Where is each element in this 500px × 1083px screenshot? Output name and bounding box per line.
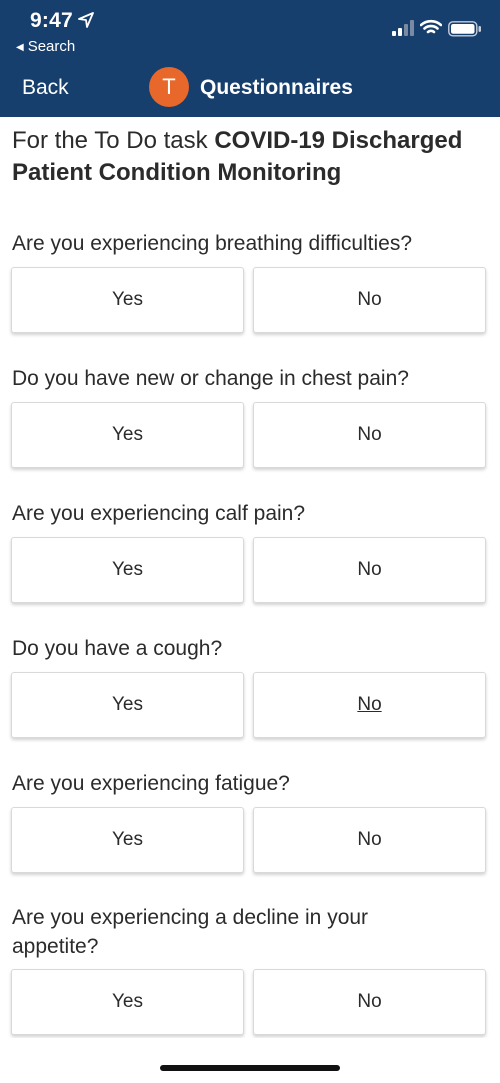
- yes-button[interactable]: Yes: [11, 969, 244, 1035]
- no-button[interactable]: No: [253, 267, 486, 333]
- location-arrow-icon: [78, 12, 94, 28]
- no-button[interactable]: No: [253, 402, 486, 468]
- home-indicator[interactable]: [160, 1065, 340, 1071]
- yes-button[interactable]: Yes: [11, 402, 244, 468]
- task-heading-prefix: For the To Do task: [12, 127, 215, 154]
- task-heading: For the To Do task COVID-19 Discharged P…: [12, 125, 492, 189]
- wifi-icon: [420, 19, 442, 34]
- yes-button[interactable]: Yes: [11, 267, 244, 333]
- back-button[interactable]: Back: [22, 76, 69, 100]
- yes-button[interactable]: Yes: [11, 672, 244, 738]
- no-button[interactable]: No: [253, 807, 486, 873]
- status-time: 9:47: [30, 9, 73, 32]
- back-triangle-icon: ◀: [16, 42, 24, 53]
- page-title: Questionnaires: [200, 76, 353, 99]
- no-button[interactable]: No: [253, 537, 486, 603]
- question-text: Are you experiencing a decline in your a…: [12, 906, 369, 958]
- status-back-to-search[interactable]: ◀ Search: [16, 38, 75, 55]
- status-back-label: Search: [27, 38, 76, 55]
- home-indicator-area: [0, 1038, 500, 1083]
- cellular-signal-icon: [392, 20, 414, 36]
- question-text: Are you experiencing fatigue?: [12, 772, 290, 795]
- question-text: Do you have a cough?: [12, 637, 223, 660]
- question-text: Do you have new or change in chest pain?: [12, 367, 409, 390]
- app-header: 9:47 ◀ Search Back T Questionnaires: [0, 0, 500, 117]
- question-text: Are you experiencing calf pain?: [12, 502, 306, 525]
- question-text: Are you experiencing breathing difficult…: [12, 232, 413, 255]
- yes-button[interactable]: Yes: [11, 807, 244, 873]
- avatar[interactable]: T: [149, 67, 189, 107]
- no-button[interactable]: No: [253, 969, 486, 1035]
- yes-button[interactable]: Yes: [11, 537, 244, 603]
- battery-icon: [448, 21, 481, 37]
- no-button[interactable]: No: [253, 672, 486, 738]
